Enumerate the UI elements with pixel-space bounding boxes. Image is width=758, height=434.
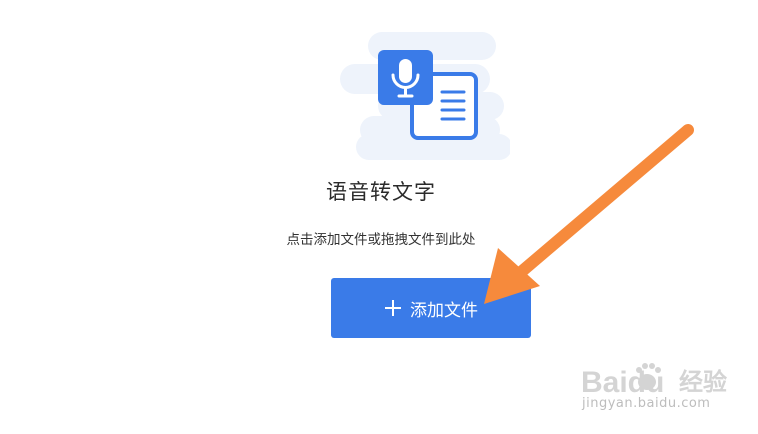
- watermark-brand-suffix: 经验: [679, 368, 727, 396]
- orange-arrow-annotation: [484, 124, 694, 304]
- app-canvas: 语音转文字 点击添加文件或拖拽文件到此处 添加文件 Baidu 经验 jingy…: [0, 0, 758, 434]
- baidu-jingyan-watermark: Baidu 经验: [581, 363, 727, 399]
- plus-icon: [385, 300, 401, 316]
- add-file-button-label: 添加文件: [410, 300, 478, 321]
- watermark-url: jingyan.baidu.com: [582, 396, 711, 411]
